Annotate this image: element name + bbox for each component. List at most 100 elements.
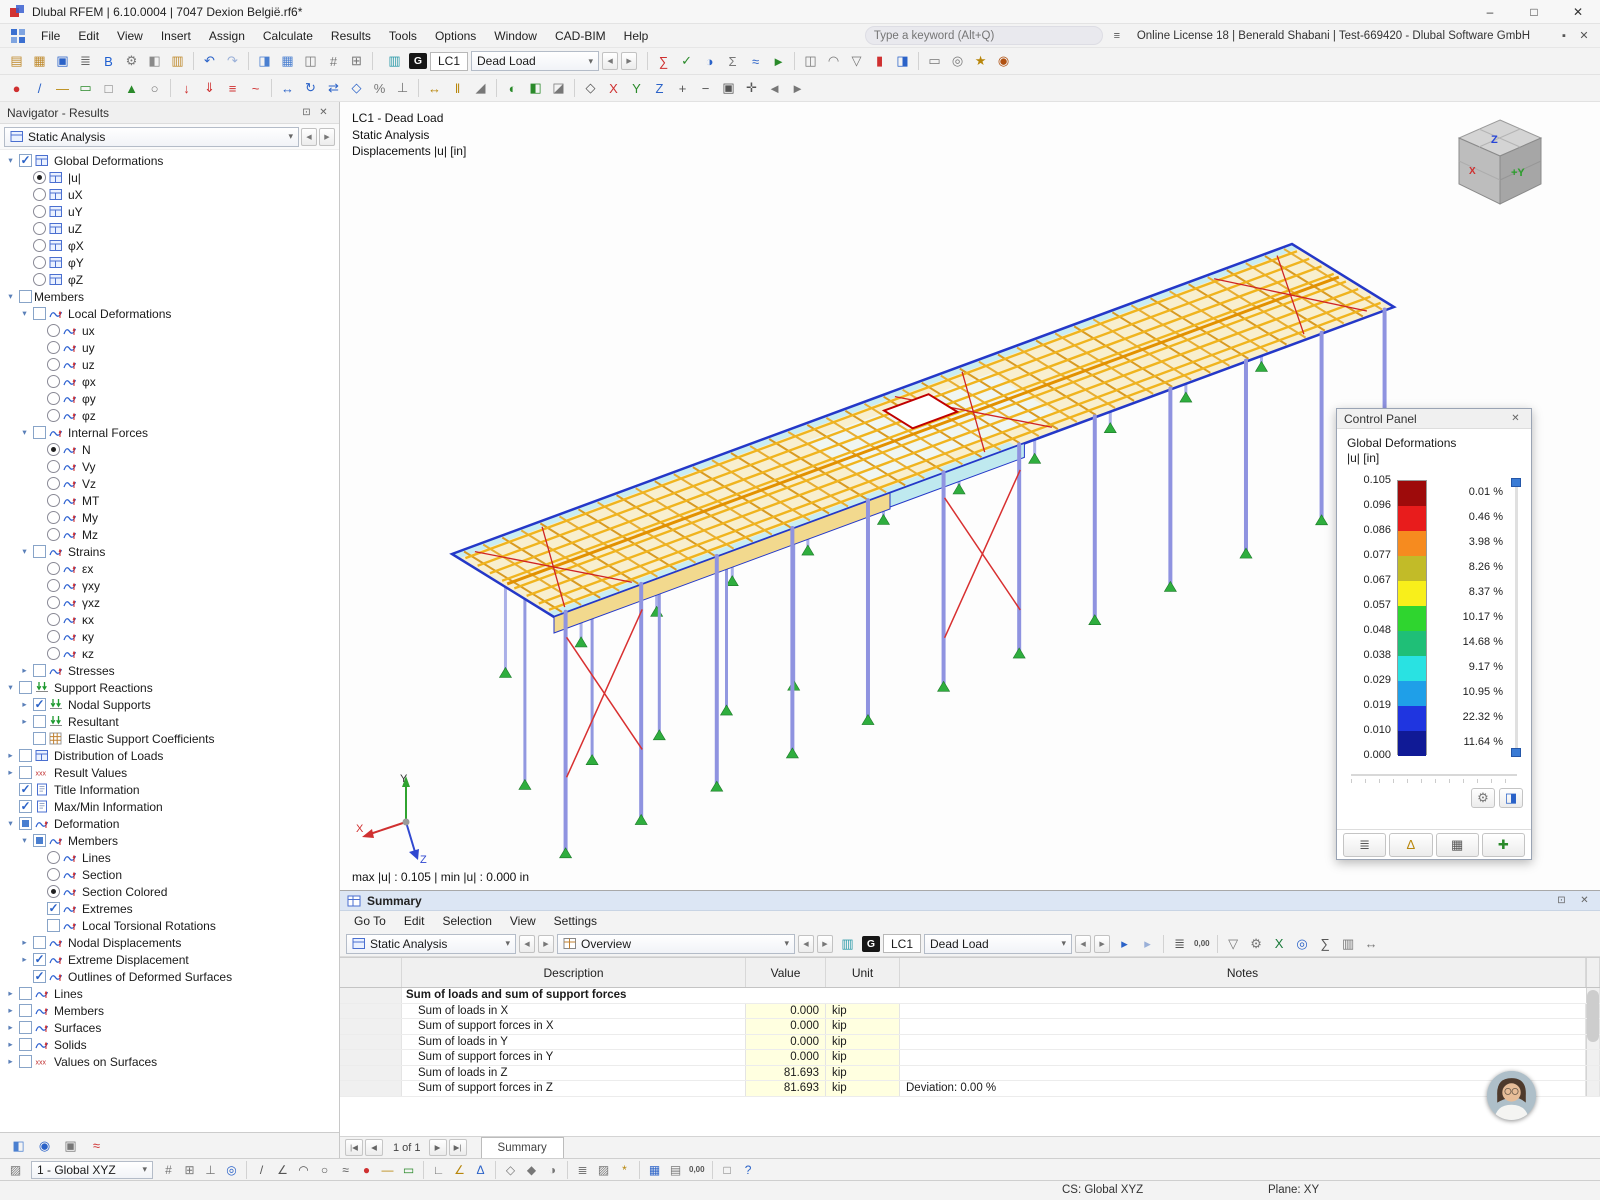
coordinate-system-combo[interactable]: 1 - Global XYZ ▾	[31, 1160, 153, 1179]
close-icon[interactable]: ✕	[1507, 411, 1524, 427]
workspace-icon[interactable]	[10, 28, 26, 44]
checkbox[interactable]	[19, 987, 32, 1000]
chevron-down-icon[interactable]: ▾	[4, 682, 17, 693]
load-type-badge[interactable]: G	[862, 935, 880, 952]
tree-item-values-on-surfaces[interactable]: ▸ xxx Values on Surfaces	[0, 1053, 339, 1070]
smoothness-slider[interactable]	[1351, 774, 1517, 786]
radio-button[interactable]	[33, 188, 46, 201]
view-along-y-icon[interactable]: Y	[625, 77, 648, 99]
first-page-button[interactable]: |◀	[345, 1139, 363, 1156]
doc-minimize-button[interactable]: ▪	[1554, 27, 1574, 45]
surface-load-icon[interactable]: ≡	[221, 77, 244, 99]
chevron-right-icon[interactable]: ▸	[4, 1039, 17, 1050]
menu-cad-bim[interactable]: CAD-BIM	[546, 26, 615, 46]
checkbox[interactable]	[19, 1004, 32, 1017]
checkbox[interactable]	[19, 749, 32, 762]
tree-item-z[interactable]: φz	[0, 407, 339, 424]
view-along-z-icon[interactable]: Z	[648, 77, 671, 99]
chevron-right-icon[interactable]: ▸	[4, 1056, 17, 1067]
tree-item-outlines-of-deformed-surfaces[interactable]: Outlines of Deformed Surfaces	[0, 968, 339, 985]
header-value[interactable]: Value	[746, 958, 826, 987]
connect-service-icon[interactable]: B	[97, 50, 120, 72]
checkbox[interactable]	[19, 153, 32, 167]
radio-button[interactable]	[33, 222, 46, 235]
view-isometric-icon[interactable]: ◇	[579, 77, 602, 99]
chevron-right-icon[interactable]: ▸	[4, 1022, 17, 1033]
menu-assign[interactable]: Assign	[200, 26, 254, 46]
imperfection-icon[interactable]: ~	[244, 77, 267, 99]
summary-menu-go-to[interactable]: Go To	[345, 912, 395, 930]
checkbox[interactable]	[19, 782, 32, 796]
previous-view-icon[interactable]: ◄	[763, 77, 786, 99]
tree-item-stresses[interactable]: ▸ Stresses	[0, 662, 339, 679]
tables-toggle-icon[interactable]: ▦	[276, 50, 299, 72]
checkbox[interactable]	[19, 766, 32, 779]
draw-spline-icon[interactable]: ≈	[335, 1160, 356, 1179]
table-row[interactable]: Sum of support forces in Y 0.000 kip	[340, 1050, 1600, 1066]
summary-analysis-combo[interactable]: Static Analysis ▾	[346, 933, 516, 954]
tree-item-distribution-of-loads[interactable]: ▸ Distribution of Loads	[0, 747, 339, 764]
tree-item-section-colored[interactable]: Section Colored	[0, 883, 339, 900]
radio-button[interactable]	[47, 579, 60, 592]
tree-item-y[interactable]: κy	[0, 628, 339, 645]
line-new-icon[interactable]: /	[28, 77, 51, 99]
shaded-display-icon[interactable]: ◑	[542, 1160, 563, 1179]
table-section-row[interactable]: Sum of loads and sum of support forces	[340, 988, 1600, 1004]
panel-toggle-icon[interactable]: ◨	[891, 50, 914, 72]
guidelines-icon[interactable]: ‖	[446, 77, 469, 99]
light-settings-icon[interactable]: *	[614, 1160, 635, 1179]
tree-item-nodal-supports[interactable]: ▸ Nodal Supports	[0, 696, 339, 713]
tree-item-lines[interactable]: Lines	[0, 849, 339, 866]
chevron-down-icon[interactable]: ▾	[18, 308, 31, 319]
move-copy-icon[interactable]: ↔	[276, 77, 299, 99]
tree-item-members[interactable]: ▾ Members	[0, 832, 339, 849]
chevron-right-icon[interactable]: ▸	[18, 665, 31, 676]
radio-button[interactable]	[47, 511, 60, 524]
navigator-views-icon[interactable]: ▣	[59, 1135, 82, 1157]
minimize-button[interactable]: –	[1468, 0, 1512, 23]
tree-item-mt[interactable]: MT	[0, 492, 339, 509]
mirror-icon[interactable]: ⇄	[322, 77, 345, 99]
radio-button[interactable]	[47, 341, 60, 354]
scale-tab-icon[interactable]: Δ	[1389, 832, 1433, 857]
close-icon[interactable]: ✕	[315, 105, 332, 121]
next-view-icon[interactable]: ►	[786, 77, 809, 99]
next-view-button[interactable]: ▶	[817, 934, 833, 953]
tree-item-section[interactable]: Section	[0, 866, 339, 883]
navigator-data-icon[interactable]: ◧	[7, 1135, 30, 1157]
tree-item-members[interactable]: ▸ Members	[0, 1002, 339, 1019]
menu-results[interactable]: Results	[322, 26, 380, 46]
tree-item-lines[interactable]: ▸ Lines	[0, 985, 339, 1002]
help-status-icon[interactable]: ?	[738, 1160, 759, 1179]
chevron-right-icon[interactable]: ▸	[4, 1005, 17, 1016]
sum-row-icon[interactable]: ∑	[1314, 933, 1337, 955]
checkbox[interactable]	[19, 681, 32, 694]
split-view-icon[interactable]: ◫	[299, 50, 322, 72]
section-view-icon[interactable]: ◫	[799, 50, 822, 72]
tree-item-ux[interactable]: uX	[0, 186, 339, 203]
section-cut-icon[interactable]: ◢	[469, 77, 492, 99]
measure-angle-icon[interactable]: ∠	[449, 1160, 470, 1179]
visibility-modes-icon[interactable]: ◎	[946, 50, 969, 72]
menu-insert[interactable]: Insert	[152, 26, 200, 46]
draw-polyline-icon[interactable]: ∠	[272, 1160, 293, 1179]
surface-new-icon[interactable]: ▭	[74, 77, 97, 99]
dimensions-icon[interactable]: ↔	[423, 77, 446, 99]
work-plane-icon[interactable]: ⊞	[345, 50, 368, 72]
copy-object-icon[interactable]: ◧	[143, 50, 166, 72]
filter-table-icon[interactable]: ▽	[1222, 933, 1245, 955]
member-load-icon[interactable]: ⇓	[198, 77, 221, 99]
tree-item-extreme-displacement[interactable]: ▸ Extreme Displacement	[0, 951, 339, 968]
loadcase-number[interactable]: LC1	[430, 51, 469, 71]
tree-item-resultant[interactable]: ▸ Resultant	[0, 713, 339, 730]
menu-calculate[interactable]: Calculate	[254, 26, 322, 46]
loadcase-list-icon[interactable]: ▥	[383, 50, 406, 72]
tree-item-uz[interactable]: uz	[0, 356, 339, 373]
tree-item-z[interactable]: κz	[0, 645, 339, 662]
summary-menu-settings[interactable]: Settings	[545, 912, 606, 930]
tree-item-x[interactable]: εx	[0, 560, 339, 577]
export-excel-icon[interactable]: X	[1268, 933, 1291, 955]
colors-tab-icon[interactable]: ✚	[1481, 832, 1525, 857]
snap-settings-icon[interactable]: #	[322, 50, 345, 72]
load-type-badge[interactable]: G	[409, 53, 427, 69]
